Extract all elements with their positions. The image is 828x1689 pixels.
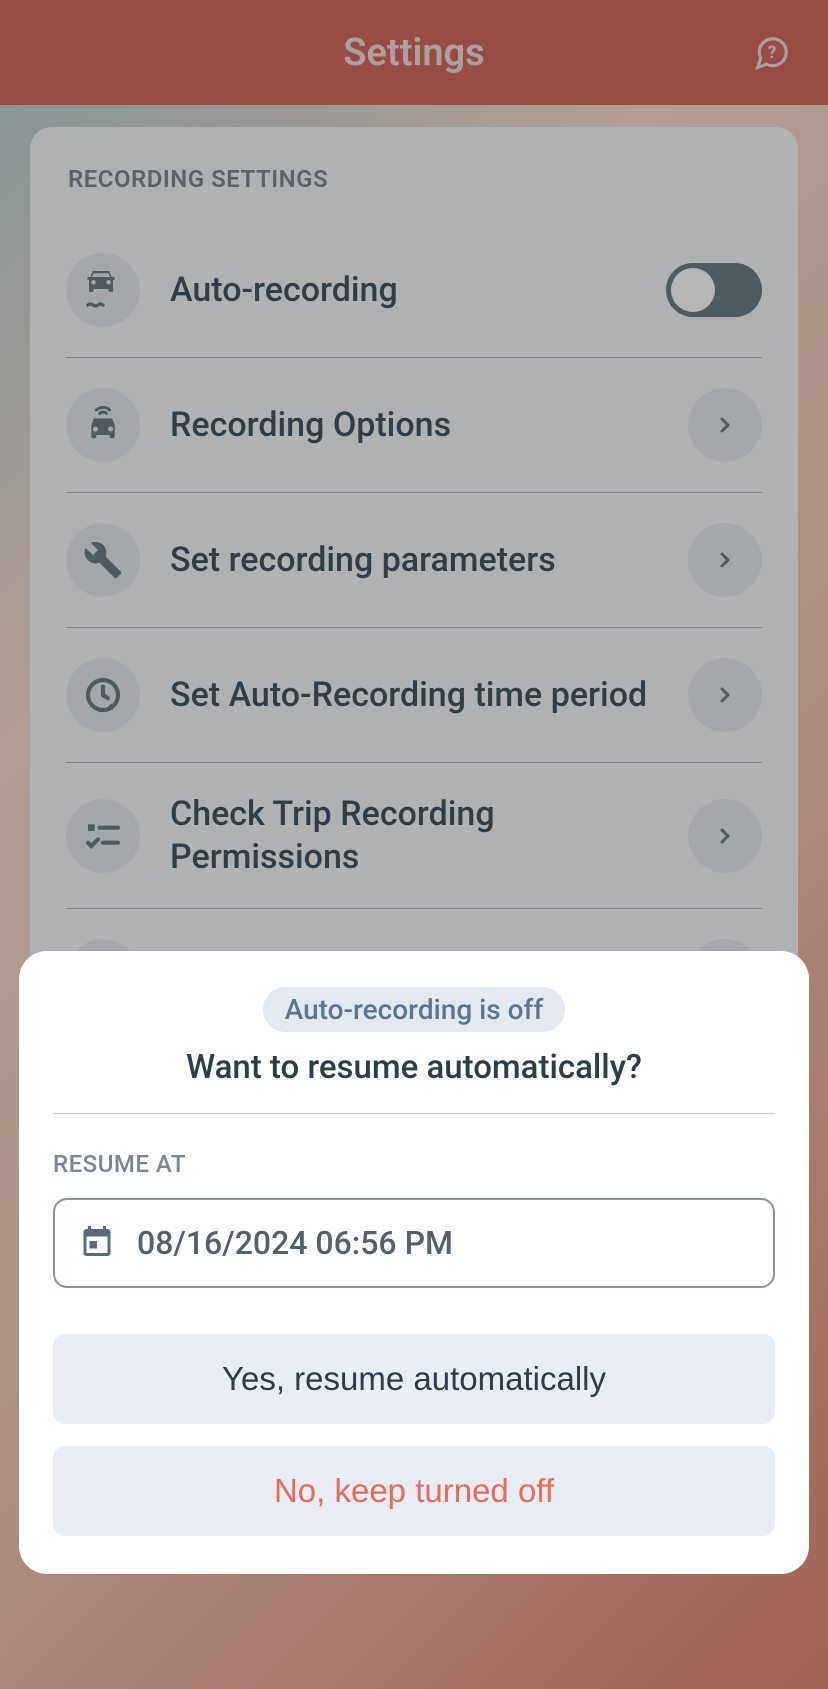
- resume-modal: Auto-recording is off Want to resume aut…: [19, 951, 809, 1574]
- modal-title: Want to resume automatically?: [53, 1048, 775, 1087]
- yes-resume-button[interactable]: Yes, resume automatically: [53, 1334, 775, 1424]
- resume-at-label: RESUME AT: [53, 1150, 775, 1178]
- no-keep-off-button[interactable]: No, keep turned off: [53, 1446, 775, 1536]
- resume-datetime-value: 08/16/2024 06:56 PM: [137, 1224, 453, 1262]
- calendar-icon: [79, 1223, 115, 1263]
- divider: [53, 1113, 775, 1114]
- status-pill: Auto-recording is off: [263, 987, 566, 1032]
- resume-datetime-field[interactable]: 08/16/2024 06:56 PM: [53, 1198, 775, 1288]
